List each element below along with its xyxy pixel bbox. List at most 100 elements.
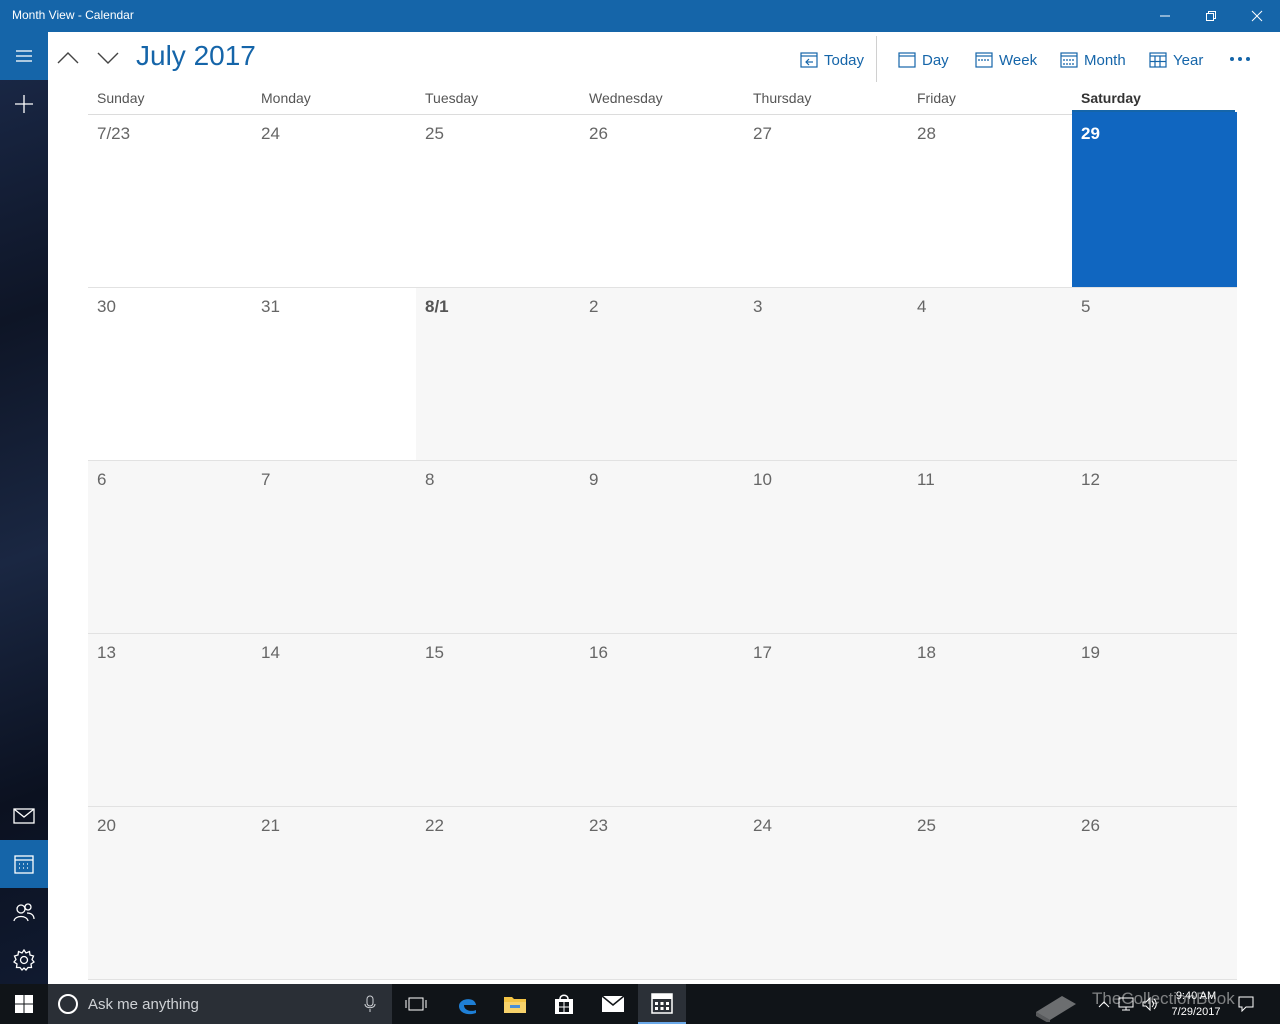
day-cell[interactable]: 13 [88,634,252,807]
day-cell[interactable]: 3 [744,288,908,461]
day-number: 7 [261,470,271,489]
day-cell[interactable]: 26 [580,115,744,288]
weekday-label-monday: Monday [261,90,311,106]
day-number: 8 [425,470,435,489]
store-button[interactable] [540,984,588,1024]
previous-month-button[interactable] [54,44,82,72]
day-number: 23 [589,816,608,835]
volume-icon[interactable] [1142,997,1158,1011]
system-clock[interactable]: 9:40 AM 7/29/2017 [1168,988,1224,1020]
year-view-button[interactable]: Year [1149,47,1203,73]
new-event-button[interactable] [0,80,48,128]
weekday-label-saturday: Saturday [1081,90,1141,106]
mail-button[interactable] [0,792,48,840]
chevron-down-icon [97,52,119,64]
day-number: 31 [261,297,280,316]
day-cell[interactable]: 26 [1072,807,1237,980]
day-cell[interactable]: 6 [88,461,252,634]
day-cell[interactable]: 2 [580,288,744,461]
week-view-button[interactable]: Week [975,47,1037,73]
day-cell[interactable]: 5 [1072,288,1237,461]
tray-chevron-up-icon[interactable] [1098,1000,1110,1008]
day-cell-today[interactable]: 29 [1072,112,1237,288]
day-number: 19 [1081,643,1100,662]
day-cell[interactable]: 14 [252,634,416,807]
day-cell[interactable]: 25 [908,807,1072,980]
day-number: 24 [261,124,280,143]
day-cell[interactable]: 18 [908,634,1072,807]
file-explorer-button[interactable] [491,984,539,1024]
today-button[interactable]: Today [800,47,864,73]
day-cell[interactable]: 8 [416,461,580,634]
day-number: 10 [753,470,772,489]
settings-button[interactable] [0,936,48,984]
day-cell[interactable]: 7/23 [88,115,252,288]
more-dots-icon [1230,57,1250,61]
search-placeholder: Ask me anything [88,996,199,1013]
day-cell[interactable]: 8/1 [416,288,580,461]
minimize-button[interactable] [1142,0,1188,32]
month-view-button[interactable]: Month [1060,47,1126,73]
year-label: Year [1173,51,1204,69]
calendar-app-button[interactable] [0,840,48,888]
microphone-icon [364,995,376,1012]
network-icon[interactable] [1118,997,1134,1011]
day-cell[interactable]: 23 [580,807,744,980]
people-button[interactable] [0,888,48,936]
day-number: 22 [425,816,444,835]
day-cell[interactable]: 10 [744,461,908,634]
day-number: 14 [261,643,280,662]
action-center-icon[interactable] [1238,996,1254,1012]
day-number: 4 [917,297,927,316]
day-cell[interactable]: 24 [252,115,416,288]
day-cell[interactable]: 27 [744,115,908,288]
day-cell[interactable]: 11 [908,461,1072,634]
task-view-button[interactable] [392,984,440,1024]
day-number: 5 [1081,297,1091,316]
left-rail [0,32,48,984]
chevron-up-icon [57,52,79,64]
start-button[interactable] [0,984,48,1024]
day-number: 30 [97,297,116,316]
day-cell[interactable]: 4 [908,288,1072,461]
day-cell[interactable]: 19 [1072,634,1237,807]
day-cell[interactable]: 20 [88,807,252,980]
day-cell[interactable]: 15 [416,634,580,807]
month-title[interactable]: July 2017 [136,40,256,72]
cortana-search-box[interactable]: Ask me anything [48,984,392,1024]
day-number: 2 [589,297,599,316]
day-cell[interactable]: 12 [1072,461,1237,634]
day-cell[interactable]: 30 [88,288,252,461]
day-view-button[interactable]: Day [898,47,949,73]
folder-icon [504,997,526,1013]
day-cell[interactable]: 25 [416,115,580,288]
calendar-icon [14,855,34,874]
restore-button[interactable] [1188,0,1234,32]
close-icon [1251,10,1263,22]
day-cell[interactable]: 24 [744,807,908,980]
day-number: 9 [589,470,599,489]
clock-date: 7/29/2017 [1171,1006,1221,1018]
day-cell[interactable]: 16 [580,634,744,807]
close-button[interactable] [1234,0,1280,32]
next-month-button[interactable] [94,44,122,72]
calendar-taskbar-button[interactable] [638,984,686,1024]
month-grid: 7/23 24 25 26 27 28 29 30 31 8/1 2 3 4 5 6 7 8 9 10 11 12 13 1… [88,112,1237,980]
mail-app-button[interactable] [589,984,637,1024]
day-cell[interactable]: 9 [580,461,744,634]
hamburger-icon [16,50,32,62]
day-cell[interactable]: 22 [416,807,580,980]
day-number: 20 [97,816,116,835]
weekday-label-wednesday: Wednesday [589,90,663,106]
hamburger-menu-button[interactable] [0,32,48,80]
day-number: 11 [917,470,935,489]
day-cell[interactable]: 21 [252,807,416,980]
day-number: 24 [753,816,772,835]
day-cell[interactable]: 31 [252,288,416,461]
day-cell[interactable]: 7 [252,461,416,634]
more-options-button[interactable] [1226,46,1254,72]
day-cell[interactable]: 17 [744,634,908,807]
day-cell[interactable]: 28 [908,115,1072,288]
edge-browser-button[interactable] [443,984,491,1024]
calendar-taskbar-icon [651,993,673,1014]
